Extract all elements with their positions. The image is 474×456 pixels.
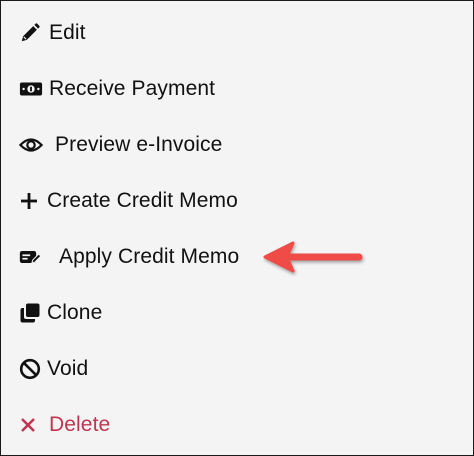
menu-item-label: Edit xyxy=(49,21,86,44)
actions-menu: Edit Receive Payment Preview e-Invoice C… xyxy=(1,5,473,453)
menu-item-label: Clone xyxy=(47,301,103,324)
menu-item-void[interactable]: Void xyxy=(1,341,473,397)
menu-item-apply-credit-memo[interactable]: Apply Credit Memo xyxy=(1,229,473,285)
ban-icon xyxy=(19,357,43,381)
menu-item-delete[interactable]: Delete xyxy=(1,397,473,453)
dropdown-menu-panel: Edit Receive Payment Preview e-Invoice C… xyxy=(0,0,474,456)
x-icon xyxy=(19,413,43,437)
menu-item-clone[interactable]: Clone xyxy=(1,285,473,341)
eye-icon xyxy=(19,133,43,157)
menu-item-create-credit-memo[interactable]: Create Credit Memo xyxy=(1,173,473,229)
menu-item-preview-einvoice[interactable]: Preview e-Invoice xyxy=(1,117,473,173)
menu-item-label: Apply Credit Memo xyxy=(59,245,240,268)
menu-item-label: Void xyxy=(47,357,89,380)
menu-item-edit[interactable]: Edit xyxy=(1,5,473,61)
menu-item-label: Create Credit Memo xyxy=(47,189,238,212)
memo-edit-icon xyxy=(19,245,43,269)
menu-item-label: Receive Payment xyxy=(49,77,216,100)
clone-icon xyxy=(19,301,43,325)
money-bill-icon xyxy=(19,77,43,101)
menu-item-label: Preview e-Invoice xyxy=(55,133,223,156)
menu-item-receive-payment[interactable]: Receive Payment xyxy=(1,61,473,117)
menu-item-label: Delete xyxy=(49,413,111,436)
pencil-icon xyxy=(19,21,43,45)
plus-icon xyxy=(19,189,43,213)
red-arrow-annotation xyxy=(263,241,363,273)
